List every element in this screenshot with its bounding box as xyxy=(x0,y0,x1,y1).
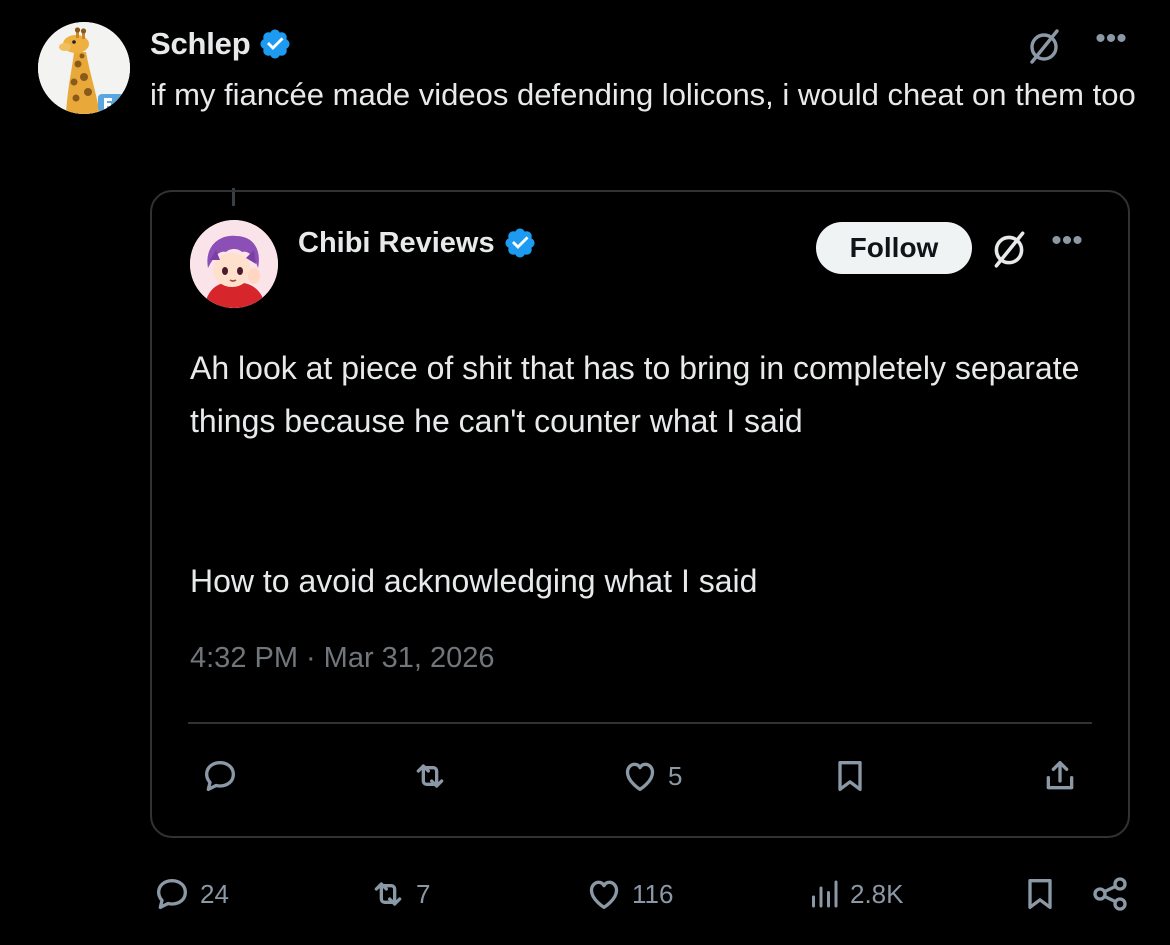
verified-badge-icon xyxy=(260,29,290,59)
like-button[interactable]: 116 xyxy=(584,874,673,914)
bookmark-icon xyxy=(838,761,862,791)
reply-button[interactable]: 24 xyxy=(152,874,229,914)
quoted-post-timestamp[interactable]: 4:32 PM · Mar 31, 2026 xyxy=(190,642,495,675)
quoted-post-paragraph: How to avoid acknowledging what I said xyxy=(190,563,758,599)
author-avatar[interactable] xyxy=(38,22,130,114)
views-bar-chart-icon xyxy=(812,880,838,908)
like-count: 116 xyxy=(632,878,674,909)
quoted-author-name[interactable]: Chibi Reviews xyxy=(298,227,495,260)
share-upload-icon xyxy=(1046,761,1074,790)
quoted-author-avatar[interactable] xyxy=(190,220,278,308)
author-name[interactable]: Schlep xyxy=(150,26,251,62)
reply-count: 24 xyxy=(200,878,229,909)
heart-icon xyxy=(589,880,619,909)
views-button[interactable]: 2.8K xyxy=(806,874,904,914)
share-button[interactable] xyxy=(1090,874,1130,914)
reply-button[interactable] xyxy=(200,756,240,796)
bookmark-button[interactable] xyxy=(830,756,870,796)
grok-slash-circle-icon xyxy=(1030,29,1059,64)
post-text: if my fiancée made videos defending loli… xyxy=(150,77,1136,112)
timestamp-separator: · xyxy=(306,642,316,674)
quoted-author-row: Chibi Reviews xyxy=(298,222,537,264)
like-count: 5 xyxy=(668,760,683,791)
more-options-icon[interactable]: ••• xyxy=(1088,24,1134,64)
repost-icon xyxy=(416,764,444,788)
bookmark-icon xyxy=(1028,879,1052,909)
grok-icon[interactable] xyxy=(988,228,1030,270)
repost-icon xyxy=(374,882,402,906)
like-button[interactable]: 5 xyxy=(620,756,682,796)
quoted-post-card[interactable] xyxy=(150,190,1130,838)
divider xyxy=(188,722,1092,724)
chibi-avatar-icon xyxy=(190,220,278,308)
verified-badge-icon xyxy=(505,228,535,258)
repost-button[interactable] xyxy=(410,756,450,796)
grok-slash-circle-icon xyxy=(994,231,1025,268)
share-button[interactable] xyxy=(1040,756,1080,796)
reply-icon xyxy=(205,761,235,791)
giraffe-avatar-icon xyxy=(38,22,130,114)
grok-icon[interactable] xyxy=(1024,26,1064,66)
post-date: Mar 31, 2026 xyxy=(323,642,495,674)
quoted-post-paragraph: Ah look at piece of shit that has to bri… xyxy=(190,350,1080,439)
bookmark-button[interactable] xyxy=(1020,874,1060,914)
author-row: Schlep xyxy=(150,24,292,64)
reply-icon xyxy=(157,879,187,909)
follow-button[interactable]: Follow xyxy=(816,222,972,274)
more-options-icon[interactable]: ••• xyxy=(1044,226,1090,266)
view-count: 2.8K xyxy=(850,878,904,909)
share-nodes-icon xyxy=(1093,877,1127,911)
post-time: 4:32 PM xyxy=(190,642,298,674)
repost-count: 7 xyxy=(416,878,431,909)
heart-icon xyxy=(625,762,655,791)
repost-button[interactable]: 7 xyxy=(368,874,430,914)
